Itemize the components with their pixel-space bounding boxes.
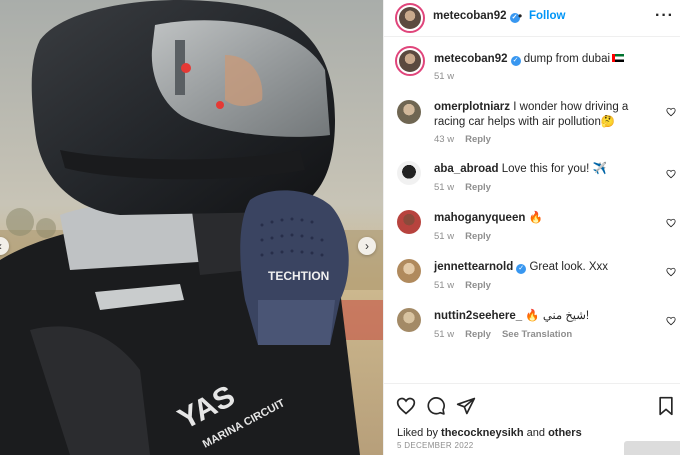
like-comment-heart-icon[interactable]	[666, 218, 676, 228]
comment-text: aba_abroad Love this for you! ✈️	[434, 162, 656, 177]
comment-timestamp[interactable]: 51 w	[434, 231, 454, 242]
like-comment-heart-icon[interactable]	[666, 107, 676, 117]
comment-body: 🔥 شيخ مني!	[525, 310, 590, 322]
comment-meta: 51 w Reply See Translation	[434, 329, 583, 340]
commenter-avatar[interactable]	[397, 308, 421, 332]
commenter-username[interactable]: nuttin2seehere_	[434, 310, 522, 322]
reply-button[interactable]: Reply	[465, 280, 491, 291]
author-avatar[interactable]	[395, 3, 425, 33]
post-photo[interactable]: YAS MARINA CIRCUIT TECHTION ‹ ›	[0, 0, 383, 455]
commenter-avatar[interactable]	[397, 259, 421, 283]
see-translation-link[interactable]: See Translation	[502, 329, 572, 340]
bookmark-icon[interactable]	[656, 396, 676, 416]
reply-button[interactable]: Reply	[465, 134, 491, 145]
caption: metecoban92 ✓ dump from dubai	[434, 53, 625, 66]
like-comment-heart-icon[interactable]	[666, 316, 676, 326]
comment-text: nuttin2seehere_ 🔥 شيخ مني!	[434, 309, 656, 324]
commenter-avatar[interactable]	[397, 210, 421, 234]
caption-timestamp[interactable]: 51 w	[434, 71, 454, 82]
reply-button[interactable]: Reply	[465, 182, 491, 193]
photo-illustration: YAS MARINA CIRCUIT TECHTION	[0, 0, 383, 455]
comment-text: mahoganyqueen 🔥	[434, 211, 656, 226]
reply-button[interactable]: Reply	[465, 329, 491, 340]
liked-by-username[interactable]: thecockneysikh	[441, 427, 524, 439]
more-options-icon[interactable]: ···	[655, 7, 674, 25]
likes-conjunction: and	[526, 427, 546, 439]
comment-meta: 51 w Reply	[434, 280, 502, 291]
likes-summary[interactable]: Liked by thecockneysikh and others	[397, 427, 582, 439]
post-actions	[384, 383, 680, 423]
comment-timestamp[interactable]: 43 w	[434, 134, 454, 145]
commenter-avatar[interactable]	[397, 100, 421, 124]
commenter-avatar[interactable]	[397, 161, 421, 185]
likes-prefix: Liked by	[397, 427, 438, 439]
chevron-right-icon: ›	[365, 239, 369, 253]
author-username-text[interactable]: metecoban92	[433, 10, 507, 22]
comment-icon[interactable]	[426, 396, 446, 416]
chevron-left-icon: ‹	[0, 240, 2, 252]
author-username[interactable]: metecoban92 ✓	[433, 10, 520, 23]
comment-text: jennettearnold ✓ Great look. Xxx	[434, 260, 656, 275]
caption-username[interactable]: metecoban92	[434, 53, 508, 65]
heart-icon[interactable]	[396, 396, 416, 416]
comment-text: omerplotniarz I wonder how driving a rac…	[434, 100, 656, 130]
corner-thumbnail	[624, 441, 680, 455]
uae-flag-icon	[612, 54, 625, 62]
avatar-image	[399, 7, 421, 29]
like-comment-heart-icon[interactable]	[666, 169, 676, 179]
commenter-username[interactable]: omerplotniarz	[434, 101, 510, 113]
comment-timestamp[interactable]: 51 w	[434, 280, 454, 291]
comment-timestamp[interactable]: 51 w	[434, 329, 454, 340]
post-date[interactable]: 5 DECEMBER 2022	[397, 441, 474, 450]
comment-meta: 51 w Reply	[434, 182, 502, 193]
comment-timestamp[interactable]: 51 w	[434, 182, 454, 193]
comment-body: 🔥	[528, 212, 543, 224]
reply-button[interactable]: Reply	[465, 231, 491, 242]
follow-button[interactable]: Follow	[529, 10, 565, 22]
post-header: metecoban92 ✓ • Follow ···	[384, 0, 680, 37]
comment-body: Love this for you! ✈️	[501, 163, 607, 175]
comment-meta: 51 w Reply	[434, 231, 502, 242]
comment-body: Great look. Xxx	[529, 261, 609, 273]
caption-avatar[interactable]	[395, 46, 425, 76]
commenter-username[interactable]: mahoganyqueen	[434, 212, 525, 224]
commenter-username[interactable]: aba_abroad	[434, 163, 499, 175]
comment-meta: 43 w Reply	[434, 134, 502, 145]
caption-body: dump from dubai	[523, 53, 611, 65]
avatar-image	[399, 50, 421, 72]
glove-brand-text: TECHTION	[268, 269, 329, 283]
post-sidebar: metecoban92 ✓ • Follow ··· metecoban92 ✓ d…	[383, 0, 680, 455]
separator-dot: •	[518, 9, 523, 23]
next-photo-button[interactable]: ›	[358, 237, 376, 255]
verified-badge-icon: ✓	[516, 264, 527, 274]
verified-badge-icon: ✓	[510, 56, 521, 66]
like-comment-heart-icon[interactable]	[666, 267, 676, 277]
share-icon[interactable]	[456, 396, 476, 416]
commenter-username[interactable]: jennettearnold	[434, 261, 513, 273]
likes-others-link[interactable]: others	[548, 427, 582, 439]
